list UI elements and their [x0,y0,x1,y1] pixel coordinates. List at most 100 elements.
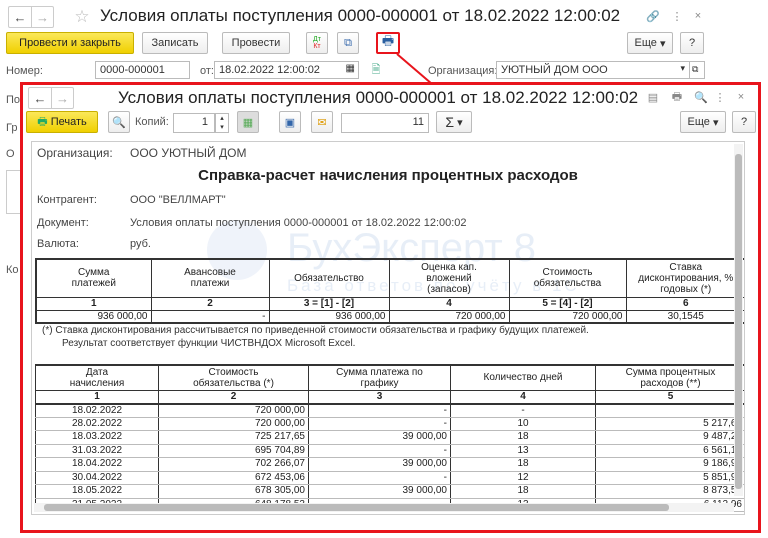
more-vertical-icon[interactable]: ⋮ [715,88,726,106]
horizontal-scrollbar[interactable] [34,503,734,512]
currency-value: руб. [130,238,151,250]
copies-stepper[interactable]: ▴ ▾ [215,113,229,133]
header-cell: Стоимость обязательства [508,258,627,298]
forward-icon[interactable]: → [51,88,73,108]
table-row: 18.03.2022 725 217,65 39 000,00 18 9 487,24 [35,430,744,445]
popup-nav-buttons: ← → [28,87,74,109]
vertical-scrollbar[interactable] [734,144,743,496]
copies-label: Копий: [135,116,169,128]
cell: 695 704,89 [158,443,309,458]
cell: 18 [450,430,596,445]
header-cell: Обязательство [268,258,390,298]
cell: 31.03.2022 [35,443,159,458]
header-cell: Ставка дисконтирования, % годовых (*) [625,258,744,298]
table-row: 30.04.2022 672 453,06-12 5 851,94 [35,470,744,485]
save-icon[interactable]: ▤ [645,88,661,106]
header-cell: Сумма процентных расходов (**) [595,364,744,391]
currency-label: Валюта: [37,238,79,250]
summary-table: Сумма платежей Авансовые платежи Обязате… [35,258,744,324]
cell: 5 851,94 [595,470,744,485]
header-cell: Количество дней [450,364,596,391]
print-label: Печать [50,116,87,128]
close-icon[interactable]: × [735,88,747,106]
cell: 18.05.2022 [35,484,159,499]
document-value: Условия оплаты поступления 0000-000001 о… [130,217,467,229]
header-cell: Сумма платежей [35,258,152,298]
popup-title: Условия оплаты поступления 0000-000001 о… [118,88,639,107]
popup-more-button[interactable]: Еще ▾ [680,111,726,133]
email-icon[interactable]: ✉ [311,111,333,133]
vertical-scroll-thumb[interactable] [735,154,742,489]
column-number: 2 [150,296,270,311]
cell: 18.02.2022 [35,403,159,418]
cell: - [595,403,744,418]
cell: 936 000,00 [268,309,390,324]
copies-field[interactable]: 1 [173,113,215,133]
cell: 720 000,00 [158,403,309,418]
sum-button[interactable]: Σ ▾ [436,111,472,133]
column-number: 5 [595,389,744,404]
back-icon[interactable]: ← [29,88,51,108]
cell: 18.03.2022 [35,430,159,445]
save-file-icon[interactable]: ▣ [279,111,301,133]
print-icon[interactable]: 🖶 [669,88,685,106]
cell: - [450,403,596,418]
header-cell: Стоимость обязательства (*) [158,364,309,391]
column-number: 4 [388,296,510,311]
column-number: 3 [308,389,451,404]
org-label: Организация: [37,146,113,160]
report-area: БухЭксперт 8 База ответов по учёту в 1С … [31,141,745,515]
font-size-field[interactable]: 11 [341,113,429,133]
table-row: 18.04.2022 702 266,07 39 000,00 18 9 186,99 [35,457,744,472]
printer-icon: 🖶 [37,115,48,128]
table-row: 28.02.2022 720 000,00-10 5 217,65 [35,416,744,431]
print-button[interactable]: 🖶 Печать [26,111,98,133]
cell: 9 487,24 [595,430,744,445]
column-number: 6 [625,296,744,311]
report-heading: Справка-расчет начисления процентных рас… [198,167,578,184]
cell: 30,1545 [625,309,744,324]
cell: 39 000,00 [308,457,451,472]
cell: 702 266,07 [158,457,309,472]
cell: - [308,416,451,431]
table-row: 31.03.2022 695 704,89-13 6 561,18 [35,443,744,458]
cell: 6 561,18 [595,443,744,458]
cell: 678 305,00 [158,484,309,499]
sum-icon: Σ [445,114,455,130]
cell: 18 [450,484,596,499]
cell: - [150,309,270,324]
print-preview-window: ← → Условия оплаты поступления 0000-00000… [20,82,761,533]
cell: 13 [450,443,596,458]
preview-button[interactable]: 🔍 [108,111,130,133]
table-row: 18.02.2022720 000,00--- [35,403,744,418]
edit-table-icon[interactable]: ▦ [237,111,259,133]
header-cell: Авансовые платежи [150,258,270,298]
cell: 720 000,00 [508,309,627,324]
table-row: 936 000,00 - 936 000,00 720 000,00 720 0… [35,309,744,324]
cell: 672 453,06 [158,470,309,485]
cell: 39 000,00 [308,430,451,445]
column-number: 3 = [1] - [2] [268,296,390,311]
header-cell: Дата начисления [35,364,159,391]
footnote-2: Результат соответствует функции ЧИСТВНДО… [62,338,356,349]
column-number: 4 [450,389,596,404]
cell: 18.04.2022 [35,457,159,472]
cell: 8 873,53 [595,484,744,499]
header-cell: Сумма платежа по графику [308,364,451,391]
popup-help-button[interactable]: ? [732,111,756,133]
cell: 720 000,00 [388,309,510,324]
cell: 30.04.2022 [35,470,159,485]
more-label: Еще [687,116,710,128]
cell: 725 217,65 [158,430,309,445]
horizontal-scroll-thumb[interactable] [44,504,669,511]
column-number: 1 [35,389,159,404]
table-row: 18.05.2022 678 305,00 39 000,00 18 8 873,53 [35,484,744,499]
counterparty-label: Контрагент: [37,194,97,206]
column-number: 1 [35,296,152,311]
preview-icon[interactable]: 🔍 [693,88,709,106]
cell: 936 000,00 [35,309,152,324]
column-number: 2 [158,389,309,404]
cell: 10 [450,416,596,431]
cell: 5 217,65 [595,416,744,431]
document-label: Документ: [37,217,89,229]
